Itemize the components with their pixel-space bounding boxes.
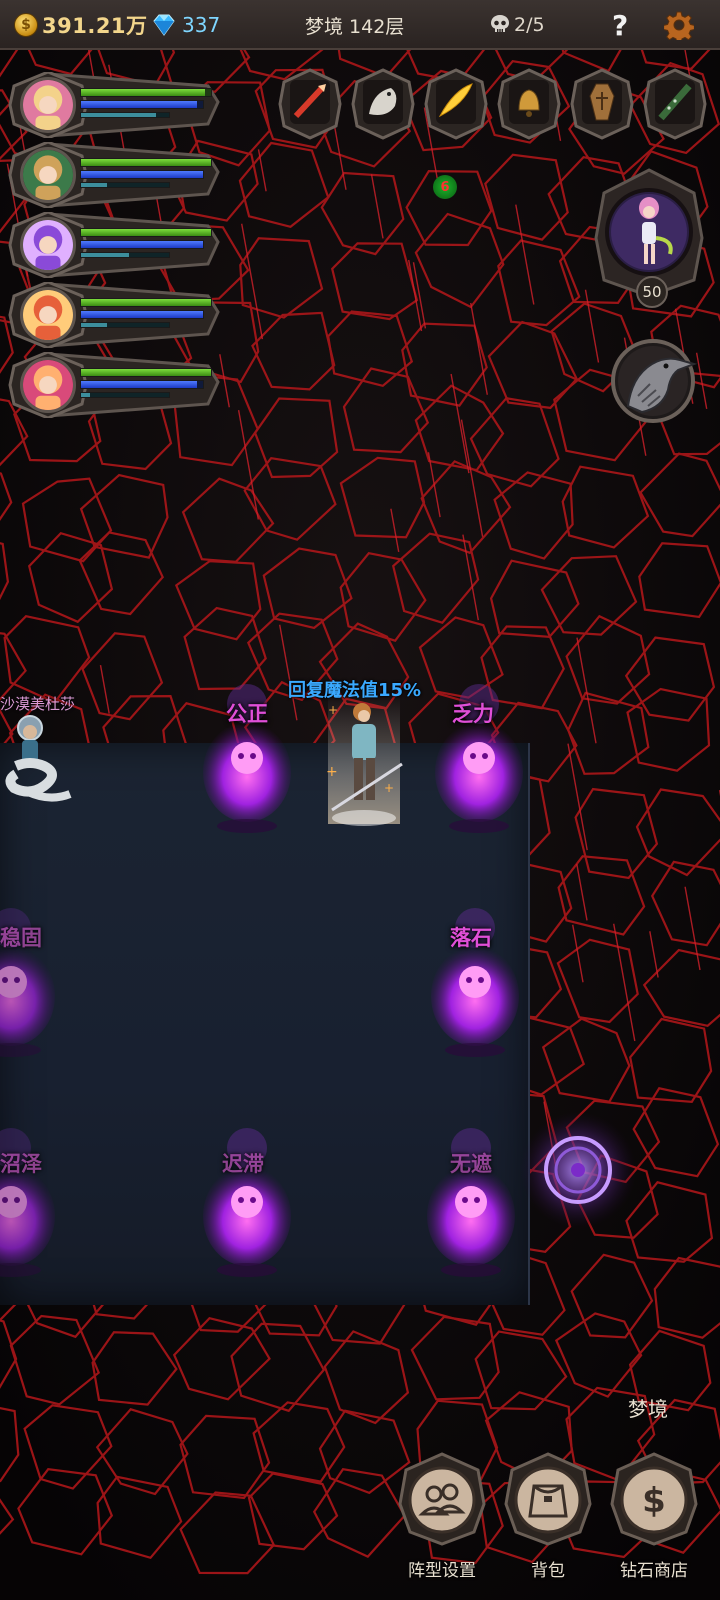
hero-portrait [20, 287, 76, 343]
help-button[interactable]: ? [612, 0, 628, 50]
griffin-skill-icon[interactable] [351, 68, 415, 140]
dream-mode-label: 梦境 [628, 1397, 668, 1421]
formation-label: 阵型设置 [408, 1561, 476, 1581]
hero-xp-bar [80, 182, 170, 188]
dungeon-level: 梦境 142层 [305, 0, 404, 50]
coin-counter: $ 391.21万 [14, 0, 148, 50]
level-label: 梦境 142层 [305, 15, 405, 38]
coin-icon: $ [14, 13, 38, 37]
coffin-skill-icon[interactable] [570, 68, 634, 140]
ghost-enemy[interactable] [192, 1120, 302, 1280]
tile-label-fatigue: 乏力 [452, 702, 494, 726]
hero-mp-bar [80, 100, 204, 109]
hero-mp-bar [80, 240, 204, 249]
hero-slot[interactable] [8, 352, 220, 418]
hero-mp-bar [80, 380, 204, 389]
hero-hp-bar [80, 228, 212, 237]
settings-button[interactable] [664, 0, 694, 50]
boss-level-badge: 50 [636, 276, 668, 308]
svg-text:$: $ [642, 1481, 666, 1521]
buff-count-badge: 6 [433, 175, 457, 199]
hero-xp-bar [80, 322, 170, 328]
vortex-portal[interactable] [518, 1110, 638, 1230]
hero-xp-bar [80, 252, 170, 258]
hero-hp-bar [80, 298, 212, 307]
question-mark-icon: ? [612, 8, 629, 42]
hero-mp-bar [80, 170, 204, 179]
player-hero-sprite[interactable]: + + + [318, 694, 410, 830]
hero-slot[interactable] [8, 72, 220, 138]
tile-label-swamp: 沼泽 [0, 1152, 42, 1176]
kill-progress: 2/5 [514, 14, 545, 36]
flute-skill-icon[interactable] [643, 68, 707, 140]
medusa-enemy-sprite[interactable] [0, 714, 92, 814]
tile-label-steady: 稳固 [0, 926, 42, 950]
ghost-enemy[interactable] [416, 1120, 526, 1280]
feather-skill-icon[interactable] [424, 68, 488, 140]
tile-label-rockfall: 落石 [450, 926, 492, 950]
bell-skill-icon[interactable] [497, 68, 561, 140]
tile-label-slow: 迟滞 [222, 1152, 264, 1176]
tile-label-justice: 公正 [226, 702, 268, 726]
dollar-icon: $ [610, 1452, 698, 1546]
svg-text:+: + [384, 781, 394, 795]
hero-hp-bar [80, 158, 212, 167]
backpack-icon [504, 1452, 592, 1546]
hero-xp-bar [80, 392, 170, 398]
backpack-label: 背包 [531, 1561, 565, 1581]
hero-portrait [20, 77, 76, 133]
hero-slot[interactable] [8, 142, 220, 208]
hero-portrait [20, 217, 76, 273]
hero-xp-bar [80, 112, 170, 118]
enemy-name-label: 沙漠美杜莎 [0, 695, 76, 713]
hero-portrait [20, 147, 76, 203]
hero-hp-bar [80, 88, 212, 97]
top-status-bar: $ 391.21万 337 梦境 142层 2/5 ? [0, 0, 720, 50]
diamond-icon [153, 14, 175, 36]
gem-counter: 337 [150, 0, 220, 50]
gear-icon [664, 11, 694, 40]
hero-hp-bar [80, 368, 212, 377]
coin-amount: 391.21万 [42, 14, 148, 38]
hero-portrait [20, 357, 76, 413]
ghost-enemy[interactable] [0, 1120, 66, 1280]
svg-text:+: + [326, 764, 338, 780]
kill-counter: 2/5 [488, 0, 545, 50]
hero-slot[interactable] [8, 212, 220, 278]
hero-mp-bar [80, 310, 204, 319]
diamond-shop-label: 钻石商店 [620, 1561, 688, 1581]
diamond-shop-button[interactable]: $ 钻石商店 [604, 1452, 704, 1582]
formation-button[interactable]: 阵型设置 [392, 1452, 492, 1582]
skull-icon [491, 15, 509, 32]
svg-text:+: + [328, 703, 338, 717]
raven-skill-button[interactable] [608, 336, 698, 426]
hero-slot[interactable] [8, 282, 220, 348]
backpack-button[interactable]: 背包 [498, 1452, 598, 1582]
tile-label-exposed: 无遮 [450, 1152, 492, 1176]
gem-amount: 337 [182, 13, 221, 37]
formation-icon [398, 1452, 486, 1546]
spear-skill-icon[interactable] [278, 68, 342, 140]
